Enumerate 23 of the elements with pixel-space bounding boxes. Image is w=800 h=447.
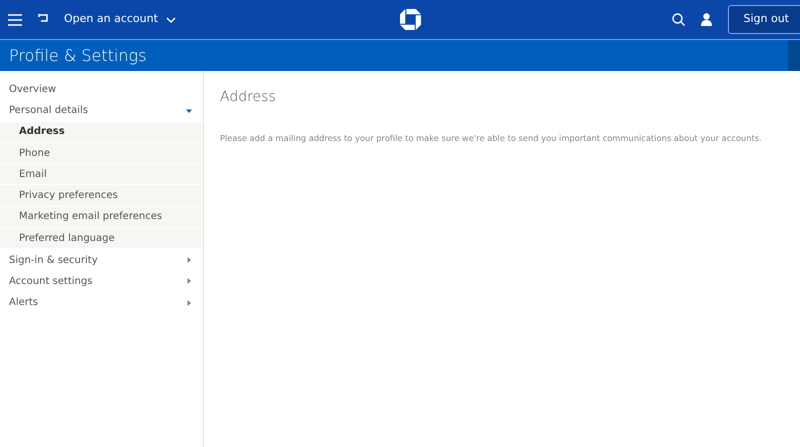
submenu-item[interactable]: Email [0,164,203,186]
panel-edge [788,40,800,71]
page-title: Profile & Settings [9,44,146,66]
address-message: Please add a mailing address to your profile to make sure we're able to send you important communications about your accounts. [220,132,763,144]
flag-icon[interactable] [38,14,48,25]
open-account-menu[interactable]: Open an account [64,11,176,28]
submenu-item[interactable]: Address [0,122,203,143]
sidebar-item[interactable]: Account settings [0,270,203,292]
chevron-down-icon [166,16,176,22]
submenu-item[interactable]: Phone [0,142,203,164]
user-icon[interactable] [701,13,712,26]
sidebar-item[interactable]: Personal details [0,100,203,122]
sidebar-item[interactable]: Alerts [0,292,203,314]
menu-icon[interactable] [8,14,22,26]
submenu-item[interactable]: Privacy preferences [0,185,203,207]
submenu-item[interactable]: Preferred language [0,228,203,250]
submenu-item[interactable]: Marketing email preferences [0,206,203,228]
sign-out-button[interactable]: Sign out [728,5,800,34]
logo-icon[interactable] [400,9,421,30]
search-icon[interactable] [672,13,686,26]
sidebar-item[interactable]: Overview [0,79,203,100]
sidebar-item[interactable]: Sign-in & security [0,249,203,271]
section-heading: Address [220,88,277,107]
